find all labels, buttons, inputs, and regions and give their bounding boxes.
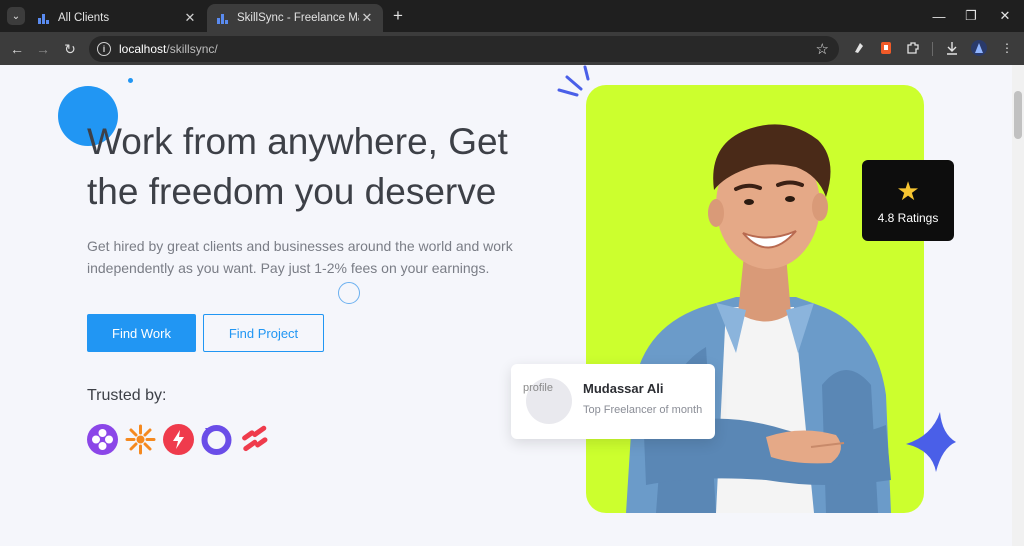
close-window-icon[interactable]: ✕ <box>994 6 1016 26</box>
url-text: localhost/skillsync/ <box>119 42 218 56</box>
url-path: /skillsync/ <box>166 42 218 56</box>
avatar-alt-text: profile <box>523 382 553 394</box>
rating-card: ★ 4.8 Ratings <box>862 160 954 241</box>
hero-subtitle: Get hired by great clients and businesse… <box>87 238 513 276</box>
hero-headline: Work from anywhere, Get the freedom you … <box>87 121 508 212</box>
back-icon[interactable]: ← <box>6 38 28 60</box>
extension-shield-icon[interactable] <box>878 40 894 56</box>
url-host: localhost <box>119 42 167 56</box>
top-freelancer-card: profile Mudassar Ali Top Freelancer of m… <box>511 364 715 439</box>
decorative-ring <box>338 282 360 304</box>
red-ribbon-logo <box>242 425 268 452</box>
tab-favicon-icon <box>38 12 50 24</box>
find-project-button[interactable]: Find Project <box>203 314 324 352</box>
new-tab-button[interactable]: + <box>388 6 408 26</box>
trusted-by-label: Trusted by: <box>87 387 167 404</box>
bookmark-star-icon[interactable]: ☆ <box>816 40 829 58</box>
browser-toolbar: ← → ↻ i localhost/skillsync/ ☆ ⋮ <box>0 32 1024 65</box>
tab-search-button[interactable]: ⌄ <box>7 7 25 25</box>
forward-icon[interactable]: → <box>32 38 54 60</box>
restore-icon[interactable]: ❐ <box>960 6 982 26</box>
violet-ring-logo <box>201 425 232 455</box>
freelancer-role: Top Freelancer of month <box>583 404 703 416</box>
address-bar[interactable]: i localhost/skillsync/ ☆ <box>89 36 839 62</box>
page-scrollbar[interactable] <box>1012 65 1024 546</box>
trusted-logos <box>87 424 270 455</box>
close-tab-icon[interactable]: ✕ <box>182 10 198 26</box>
close-tab-icon[interactable]: ✕ <box>359 10 375 26</box>
site-info-icon[interactable]: i <box>97 42 111 56</box>
orange-sun-logo <box>125 424 156 455</box>
rating-text: 4.8 Ratings <box>877 210 939 225</box>
freelancer-name: Mudassar Ali <box>583 381 664 396</box>
hero-image-card <box>586 85 924 513</box>
page-viewport: Work from anywhere, Get the freedom you … <box>0 65 1012 546</box>
browser-tabstrip: ⌄ All Clients ✕ SkillSync - Freelance Ma… <box>0 0 1024 32</box>
download-icon[interactable] <box>944 40 960 56</box>
scrollbar-thumb[interactable] <box>1014 91 1022 139</box>
reload-icon[interactable]: ↻ <box>59 38 81 60</box>
profile-avatar-icon[interactable] <box>971 40 987 56</box>
tab-all-clients[interactable]: All Clients ✕ <box>28 4 206 32</box>
find-work-button[interactable]: Find Work <box>87 314 196 352</box>
tab-favicon-icon <box>217 12 229 24</box>
red-bolt-logo <box>163 424 194 455</box>
purple-flower-logo <box>87 424 118 455</box>
toolbar-divider <box>932 42 933 56</box>
extension-puzzle-icon[interactable] <box>851 40 867 56</box>
menu-kebab-icon[interactable]: ⋮ <box>999 40 1015 56</box>
minimize-icon[interactable]: — <box>928 6 950 26</box>
tab-skillsync[interactable]: SkillSync - Freelance Marketplace ✕ <box>207 4 383 32</box>
tab-title: All Clients <box>58 12 110 24</box>
decorative-sparkle <box>906 412 956 472</box>
extensions-icon[interactable] <box>905 40 921 56</box>
star-icon: ★ <box>896 175 920 206</box>
decorative-dot <box>128 78 133 83</box>
freelancer-photo <box>626 124 891 513</box>
tab-title: SkillSync - Freelance Marketplace <box>237 12 359 24</box>
